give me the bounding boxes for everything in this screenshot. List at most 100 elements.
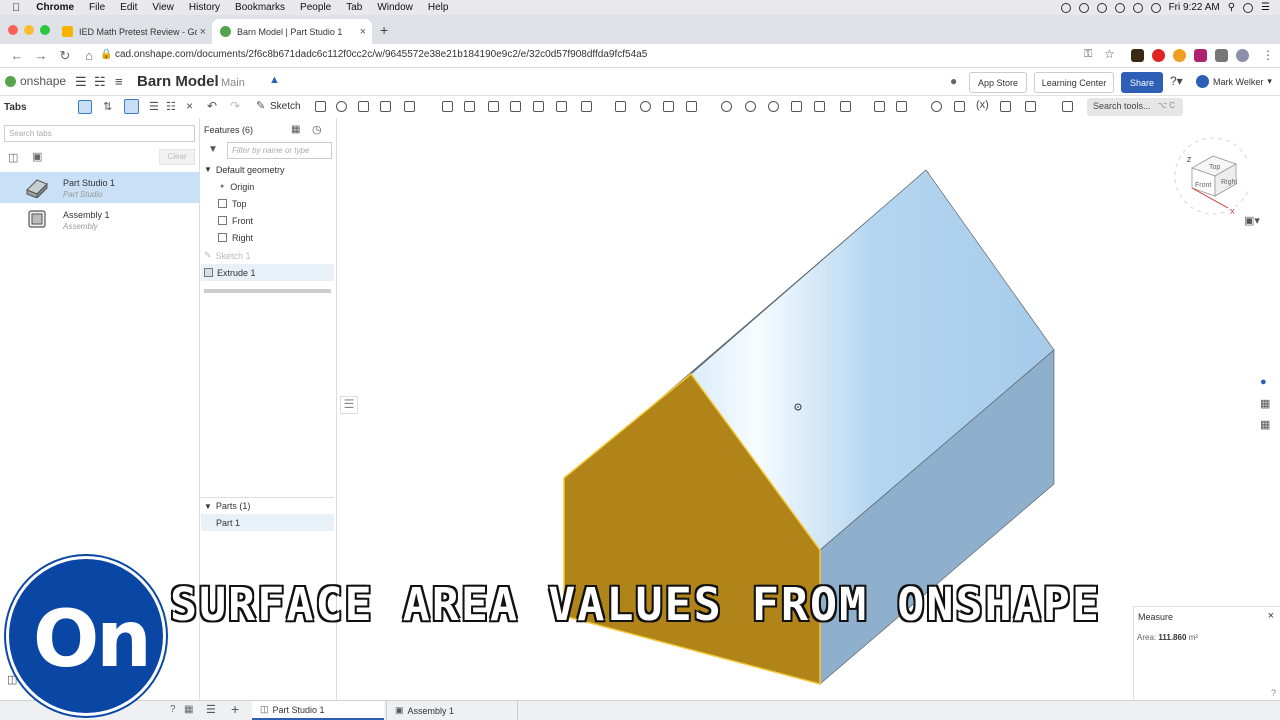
menu-tab[interactable]: Tab: [346, 2, 362, 13]
search-icon[interactable]: [78, 100, 92, 114]
feature-sketch[interactable]: ✎ Sketch 1: [201, 247, 334, 264]
share-button[interactable]: Share: [1121, 72, 1163, 93]
mass-properties-icon[interactable]: [954, 101, 965, 112]
browser-tab-active[interactable]: Barn Model | Part Studio 1 ×: [212, 19, 372, 44]
default-geometry-folder[interactable]: ▼ Default geometry: [201, 161, 334, 178]
mate-connector-icon[interactable]: [874, 101, 885, 112]
revolve-icon[interactable]: [336, 101, 347, 112]
graduation-cap-icon[interactable]: ▲: [269, 74, 280, 86]
clock[interactable]: Fri 9:22 AM: [1169, 2, 1220, 13]
draft-icon[interactable]: [488, 101, 499, 112]
menu-edit[interactable]: Edit: [120, 2, 137, 13]
new-tab-icon[interactable]: +: [380, 22, 388, 38]
feature-origin[interactable]: ● Origin: [201, 178, 334, 195]
feature-right-plane[interactable]: Right: [201, 229, 334, 246]
section-view-icon[interactable]: [896, 101, 907, 112]
tab-assembly[interactable]: ▣ Assembly 1: [386, 701, 518, 720]
part-item[interactable]: Part 1: [201, 514, 334, 531]
menu-view[interactable]: View: [152, 2, 174, 13]
learning-center-button[interactable]: Learning Center: [1034, 72, 1114, 93]
key-icon[interactable]: ⚿: [1084, 48, 1092, 61]
search-tools-input[interactable]: Search tools... ⌥ C: [1087, 98, 1183, 116]
list-view-icon[interactable]: ☰: [149, 100, 159, 113]
lock-icon[interactable]: 🔒: [100, 49, 112, 60]
split-icon[interactable]: [663, 101, 674, 112]
sweep-icon[interactable]: [358, 101, 369, 112]
battery-icon[interactable]: [1150, 2, 1161, 13]
sketch-button[interactable]: Sketch: [270, 101, 301, 112]
help-icon[interactable]: ?: [1271, 688, 1276, 698]
menu-chrome[interactable]: Chrome: [36, 2, 74, 13]
document-name[interactable]: Barn Model: [137, 73, 219, 90]
branch-name[interactable]: Main: [221, 77, 245, 89]
configure-icon[interactable]: ▦: [1260, 418, 1270, 431]
feature-studio-icon[interactable]: [1062, 101, 1073, 112]
layout-icon[interactable]: ▦: [184, 704, 193, 715]
onshape-logo[interactable]: onshape: [5, 74, 66, 88]
back-icon[interactable]: ←: [10, 48, 24, 63]
puzzle-icon[interactable]: [1215, 49, 1228, 62]
tab-list-icon[interactable]: ☰: [206, 703, 216, 716]
loft-icon[interactable]: [380, 101, 391, 112]
home-icon[interactable]: ⌂: [82, 48, 96, 63]
add-tab-icon[interactable]: +: [231, 701, 239, 717]
feature-extrude[interactable]: Extrude 1: [201, 264, 334, 281]
transform-icon[interactable]: [686, 101, 697, 112]
offset-surface-icon[interactable]: [814, 101, 825, 112]
close-tab-icon[interactable]: ×: [360, 26, 366, 38]
tab-part-studio[interactable]: ◫ Part Studio 1: [252, 701, 384, 720]
part-studio-filter-icon[interactable]: ◫: [8, 151, 18, 164]
view-cube[interactable]: Top Front Right Z X: [1168, 128, 1248, 228]
extension-icon[interactable]: [1131, 49, 1144, 62]
feature-list-icon[interactable]: ☵: [94, 74, 106, 90]
view-cube-front-label[interactable]: Front: [1195, 182, 1211, 189]
add-folder-icon[interactable]: ▦: [291, 124, 300, 135]
url-field[interactable]: cad.onshape.com/documents/2f6c8b671dadc6…: [115, 49, 647, 60]
browser-tab[interactable]: IED Math Pretest Review - Goo ×: [54, 19, 212, 44]
view-cube-right-label[interactable]: Right: [1221, 179, 1237, 186]
help-icon[interactable]: ?▾: [1170, 74, 1183, 88]
menu-window[interactable]: Window: [377, 2, 413, 13]
extrude-icon[interactable]: [315, 101, 326, 112]
menu-icon[interactable]: ☰: [75, 74, 87, 90]
measure-icon[interactable]: [931, 101, 942, 112]
feature-front-plane[interactable]: Front: [201, 212, 334, 229]
modify-fillet-icon[interactable]: [745, 101, 756, 112]
search-tabs-input[interactable]: Search tabs: [4, 125, 195, 142]
hole-icon[interactable]: [556, 101, 567, 112]
close-icon[interactable]: ×: [1268, 610, 1274, 622]
extension-icon[interactable]: [1194, 49, 1207, 62]
tab-item-assembly[interactable]: Assembly 1 Assembly: [0, 204, 200, 235]
forward-icon[interactable]: →: [34, 48, 48, 63]
view-cube-top-label[interactable]: Top: [1209, 164, 1220, 171]
replace-face-icon[interactable]: [791, 101, 802, 112]
chamfer-icon[interactable]: [464, 101, 475, 112]
tab-item-part-studio[interactable]: Part Studio 1 Part Studio: [0, 172, 200, 203]
filter-icon[interactable]: [124, 99, 139, 114]
user-menu[interactable]: Mark Welker ▾: [1196, 75, 1272, 88]
parts-folder[interactable]: ▼ Parts (1): [201, 497, 334, 514]
status-icon[interactable]: [1060, 2, 1071, 13]
custom-feature-icon[interactable]: [1025, 101, 1036, 112]
help-icon[interactable]: ?: [170, 704, 176, 715]
wifi-icon[interactable]: [1132, 2, 1143, 13]
menu-people[interactable]: People: [300, 2, 331, 13]
feature-top-plane[interactable]: Top: [201, 195, 334, 212]
close-panel-icon[interactable]: ×: [186, 99, 193, 113]
assembly-filter-icon[interactable]: ▣: [32, 150, 42, 163]
spotlight-search-icon[interactable]: ⚲: [1228, 2, 1235, 13]
app-store-button[interactable]: App Store: [969, 72, 1027, 93]
status-icon[interactable]: [1096, 2, 1107, 13]
apple-icon[interactable]: : [12, 2, 20, 14]
extension-icon[interactable]: [1173, 49, 1186, 62]
menu-history[interactable]: History: [189, 2, 220, 13]
grid-view-icon[interactable]: ☷: [166, 100, 176, 113]
insert-icon[interactable]: ≡: [115, 74, 123, 89]
minimize-window-button[interactable]: [24, 25, 34, 35]
undo-icon[interactable]: ↶: [207, 99, 217, 113]
move-face-icon[interactable]: [768, 101, 779, 112]
profile-avatar[interactable]: [1236, 49, 1249, 62]
menu-bookmarks[interactable]: Bookmarks: [235, 2, 285, 13]
feature-filter-input[interactable]: Filter by name or type: [227, 142, 332, 159]
mirror-icon[interactable]: [615, 101, 626, 112]
